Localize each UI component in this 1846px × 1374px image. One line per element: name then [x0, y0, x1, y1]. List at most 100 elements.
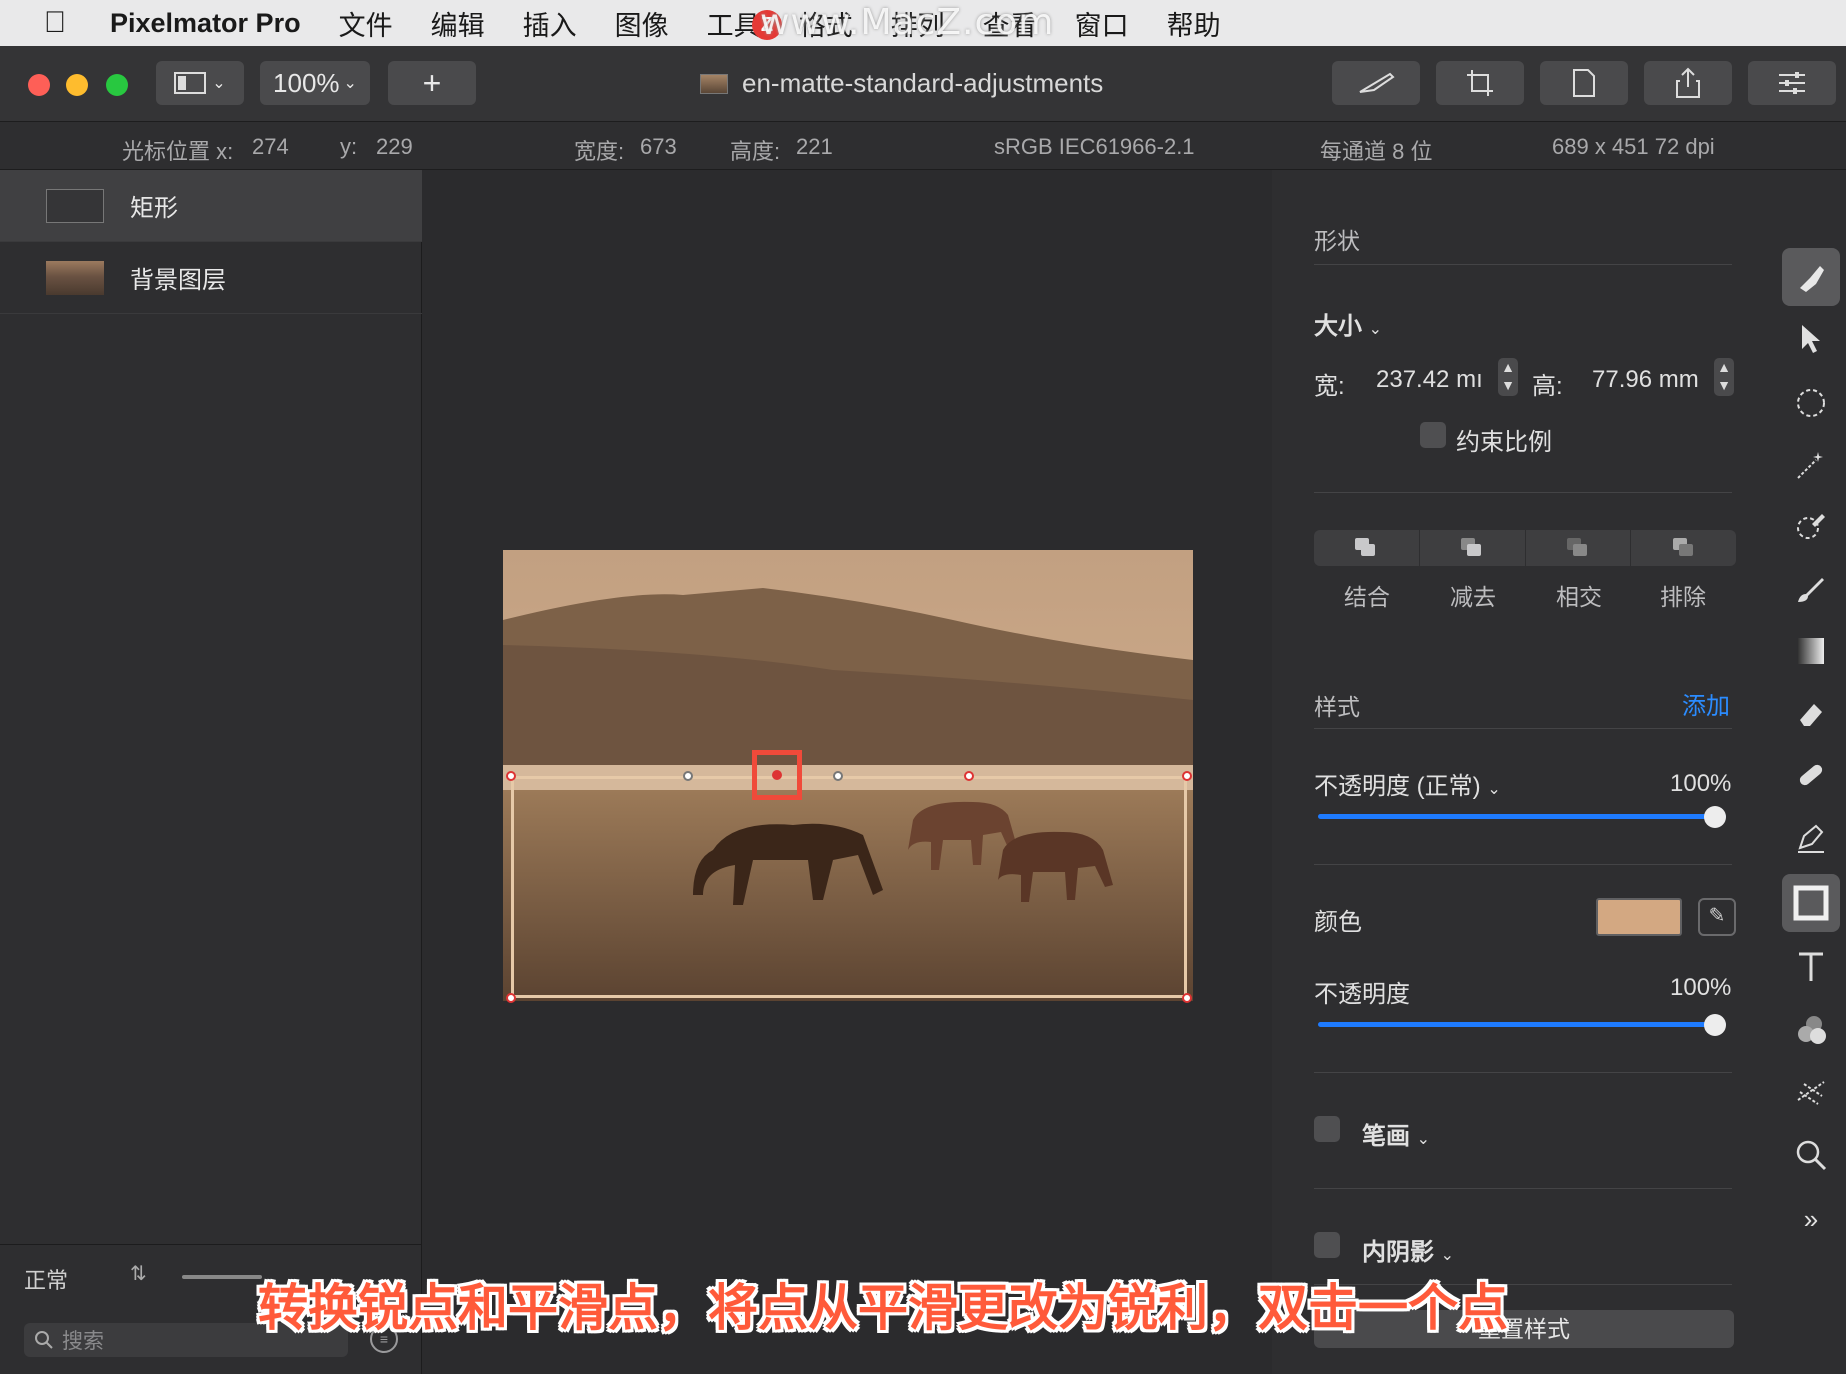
- shape-tool-icon[interactable]: [1782, 874, 1840, 932]
- tutorial-caption: 转换锐点和平滑点，将点从平滑更改为锐利，双击一个点: [258, 1279, 1508, 1337]
- stroke-checkbox[interactable]: [1314, 1116, 1340, 1142]
- style-section-title: 样式: [1314, 694, 1360, 720]
- opacity-slider-knob[interactable]: [1704, 1014, 1726, 1036]
- opacity-normal-slider-knob[interactable]: [1704, 806, 1726, 828]
- width-stepper[interactable]: ▲ ▼: [1498, 358, 1518, 396]
- inner-shadow-section-toggle[interactable]: 内阴影 ⌄: [1362, 1232, 1454, 1267]
- apple-menu-icon[interactable]: : [0, 6, 110, 40]
- menu-edit[interactable]: 编辑: [431, 4, 485, 43]
- close-window-button[interactable]: [28, 74, 50, 96]
- crop-button[interactable]: [1436, 61, 1524, 105]
- width-field-label: 宽:: [1314, 373, 1345, 400]
- corner-handle[interactable]: [1182, 993, 1192, 1003]
- pen-tool-icon[interactable]: [1788, 814, 1834, 860]
- width-field[interactable]: 237.42 mı: [1376, 366, 1483, 394]
- sliders-icon: [1779, 72, 1805, 94]
- layer-name: 矩形: [130, 195, 178, 222]
- style-tool-icon[interactable]: [1782, 248, 1840, 306]
- edit-tools-button[interactable]: [1332, 61, 1420, 105]
- divider: [1314, 728, 1732, 729]
- search-icon: [35, 1331, 53, 1349]
- document-button[interactable]: [1540, 61, 1628, 105]
- zoom-window-button[interactable]: [106, 74, 128, 96]
- rectangle-shape[interactable]: [511, 776, 1187, 998]
- app-menu[interactable]: Pixelmator Pro: [110, 8, 301, 39]
- size-label: 大小: [1314, 313, 1362, 340]
- type-tool-icon[interactable]: [1788, 944, 1834, 990]
- layer-background[interactable]: 背景图层: [0, 242, 422, 314]
- menu-image[interactable]: 图像: [615, 4, 669, 43]
- eraser-icon[interactable]: [1788, 690, 1834, 736]
- chevron-down-icon: ⌄: [343, 75, 357, 92]
- opacity-slider[interactable]: [1318, 1022, 1726, 1027]
- menu-insert[interactable]: 插入: [523, 4, 577, 43]
- brush-icon: [1359, 72, 1395, 93]
- exclude-button[interactable]: [1631, 530, 1736, 566]
- cursor-x-value: 274: [252, 134, 289, 159]
- height-value: 221: [796, 134, 833, 159]
- layer-rectangle[interactable]: 矩形: [0, 170, 422, 242]
- height-label: 高度:: [730, 139, 781, 164]
- intersect-button[interactable]: [1526, 530, 1632, 566]
- menu-file[interactable]: 文件: [339, 4, 393, 43]
- minimize-window-button[interactable]: [66, 74, 88, 96]
- more-tools-icon[interactable]: »: [1788, 1196, 1834, 1242]
- document-title: en-matte-standard-adjustments: [700, 68, 1200, 99]
- divider: [1314, 492, 1732, 493]
- size-section-toggle[interactable]: 大小 ⌄: [1314, 306, 1382, 341]
- constrain-proportions-checkbox[interactable]: [1420, 422, 1446, 448]
- chevron-down-icon: ⌄: [1416, 1131, 1431, 1148]
- image-size: 689 x 451 72 dpi: [1552, 134, 1715, 159]
- width-label: 宽度:: [574, 139, 625, 164]
- paint-brush-icon[interactable]: [1788, 566, 1834, 612]
- corner-handle[interactable]: [506, 771, 516, 781]
- subtract-button[interactable]: [1420, 530, 1526, 566]
- layer-opacity-slider[interactable]: [182, 1275, 262, 1279]
- zoom-tool-icon[interactable]: [1788, 1132, 1834, 1178]
- magic-wand-icon[interactable]: [1788, 442, 1834, 488]
- bezier-control-handle[interactable]: [683, 771, 693, 781]
- opacity-normal-slider[interactable]: [1318, 814, 1726, 819]
- canvas-area[interactable]: [423, 170, 1271, 1374]
- corner-handle[interactable]: [1182, 771, 1192, 781]
- stroke-section-toggle[interactable]: 笔画 ⌄: [1362, 1116, 1430, 1151]
- blend-mode-select[interactable]: 正常: [24, 1263, 68, 1295]
- quick-selection-icon[interactable]: [1788, 504, 1834, 550]
- menu-help[interactable]: 帮助: [1167, 4, 1221, 43]
- inner-shadow-checkbox[interactable]: [1314, 1232, 1340, 1258]
- divider: [1314, 264, 1732, 265]
- cursor-y-value: 229: [376, 134, 413, 159]
- updown-chevron-icon[interactable]: ⇅: [130, 1261, 147, 1286]
- divider: [1314, 864, 1732, 865]
- height-field[interactable]: 77.96 mm: [1592, 366, 1699, 394]
- combine-button[interactable]: [1314, 530, 1420, 566]
- zoom-dropdown[interactable]: 100% ⌄: [260, 61, 370, 105]
- menu-window[interactable]: 窗口: [1075, 4, 1129, 43]
- add-button[interactable]: +: [388, 61, 476, 105]
- edge-handle[interactable]: [964, 771, 974, 781]
- eyedropper-icon[interactable]: ✎: [1698, 898, 1736, 936]
- bezier-control-handle[interactable]: [833, 771, 843, 781]
- corner-handle[interactable]: [506, 993, 516, 1003]
- adjustments-button[interactable]: [1748, 61, 1836, 105]
- inner-shadow-label: 内阴影: [1362, 1239, 1434, 1266]
- selection-tool-icon[interactable]: [1788, 380, 1834, 426]
- fill-color-swatch[interactable]: [1596, 898, 1682, 936]
- info-bar: 光标位置 x: 274 y: 229 宽度: 673 高度: 221 sRGB …: [0, 122, 1846, 170]
- repair-tool-icon[interactable]: [1788, 752, 1834, 798]
- opacity-normal-dropdown[interactable]: 不透明度 (正常) ⌄: [1314, 766, 1501, 801]
- effects-tool-icon[interactable]: [1788, 1068, 1834, 1114]
- divider: [1314, 1072, 1732, 1073]
- height-stepper[interactable]: ▲ ▼: [1714, 358, 1734, 396]
- subtract-icon: [1461, 538, 1483, 558]
- intersect-label: 相交: [1556, 584, 1602, 610]
- gradient-tool-icon[interactable]: [1788, 628, 1834, 674]
- share-button[interactable]: [1644, 61, 1732, 105]
- add-style-link[interactable]: 添加: [1682, 686, 1730, 721]
- combine-icon: [1355, 538, 1377, 558]
- width-value: 673: [640, 134, 677, 159]
- sidebar-toggle-button[interactable]: ⌄: [156, 61, 244, 105]
- color-adjust-icon[interactable]: [1788, 1006, 1834, 1052]
- arrange-tool-icon[interactable]: [1788, 316, 1834, 362]
- opacity-normal-label: 不透明度 (正常): [1314, 773, 1481, 800]
